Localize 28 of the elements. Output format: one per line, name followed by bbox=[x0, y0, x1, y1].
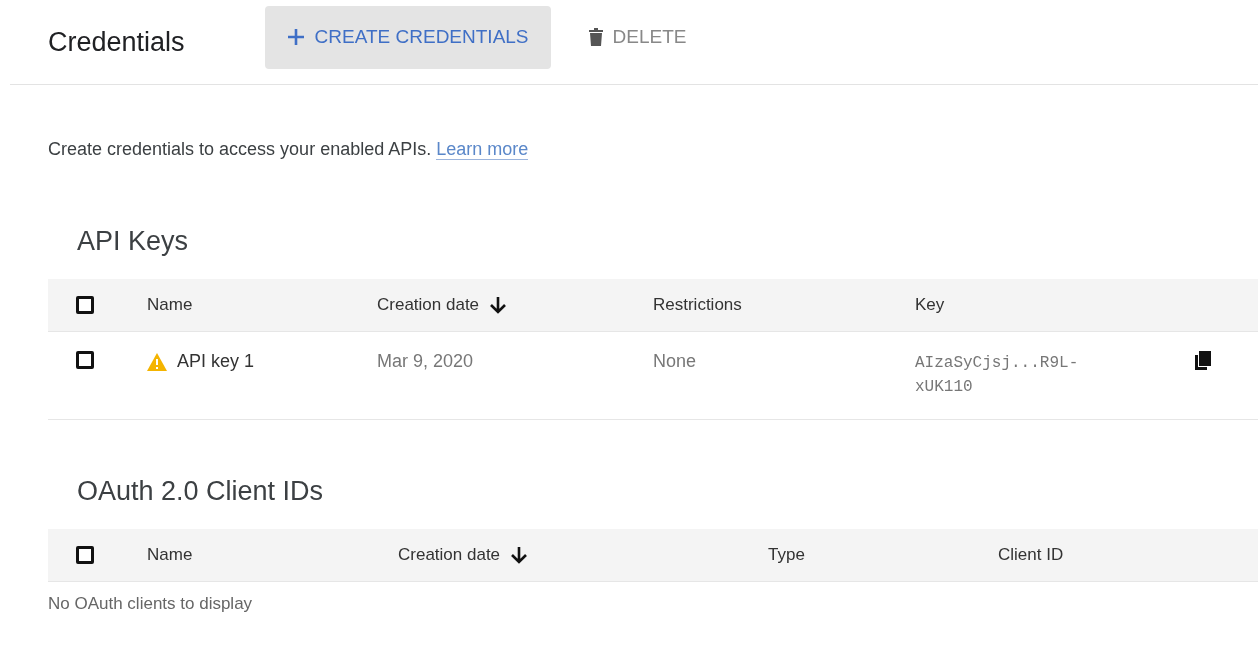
column-header[interactable]: Creation date bbox=[398, 545, 768, 565]
plus-icon bbox=[286, 28, 305, 46]
learn-more-link[interactable]: Learn more bbox=[436, 139, 529, 160]
trash-icon bbox=[588, 28, 603, 46]
column-header[interactable]: Type bbox=[768, 545, 998, 565]
row-checkbox[interactable] bbox=[76, 351, 94, 369]
column-header[interactable]: Name bbox=[147, 295, 377, 315]
column-header[interactable]: Name bbox=[147, 545, 398, 565]
column-header[interactable]: Client ID bbox=[998, 545, 1258, 565]
section-heading: API Keys bbox=[77, 226, 190, 257]
sort-arrow-icon[interactable] bbox=[510, 545, 529, 565]
delete-button[interactable]: DELETE bbox=[566, 5, 709, 69]
section-heading: OAuth 2.0 Client IDs bbox=[77, 476, 325, 507]
column-header[interactable]: Creation date bbox=[377, 295, 653, 315]
create-credentials-button[interactable]: CREATE CREDENTIALS bbox=[264, 5, 551, 69]
page-title: Credentials bbox=[48, 26, 185, 58]
column-header[interactable]: Key bbox=[915, 295, 1195, 315]
sort-arrow-icon[interactable] bbox=[489, 295, 508, 315]
intro-text: Create credentials to access your enabled APIs. Learn more bbox=[48, 139, 530, 160]
key-cell-text: AIzaSyCjsj...R9L-xUK110 bbox=[915, 353, 1080, 398]
date-cell-text: Mar 9, 2020 bbox=[377, 351, 475, 372]
key-name[interactable]: API key 1 bbox=[177, 351, 255, 372]
select-all-checkbox[interactable] bbox=[76, 546, 94, 564]
select-all-checkbox[interactable] bbox=[76, 296, 94, 314]
empty-message: No OAuth clients to display bbox=[48, 593, 254, 614]
restrictions-cell-text: None bbox=[653, 351, 698, 372]
copy-icon[interactable] bbox=[1195, 351, 1211, 370]
column-header[interactable]: Restrictions bbox=[653, 295, 915, 315]
